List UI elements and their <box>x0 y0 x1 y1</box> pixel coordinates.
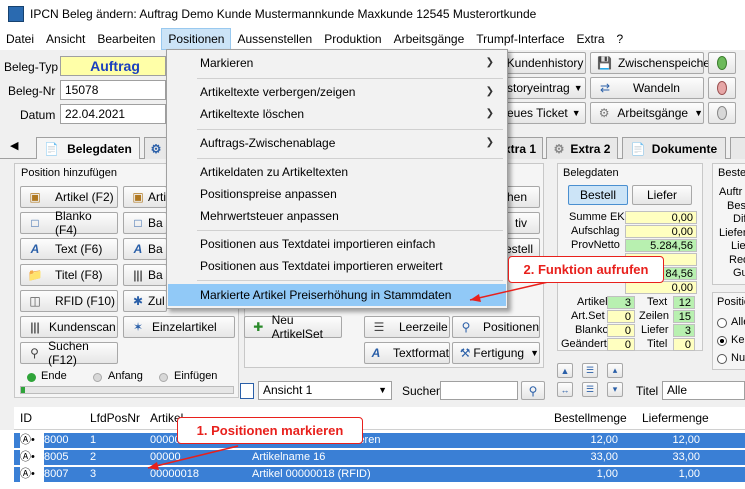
callout-step1-text: 1. Positionen markieren <box>196 423 344 438</box>
callout-step2: 2. Funktion aufrufen <box>508 256 664 283</box>
arrow-to-rows <box>147 445 239 469</box>
arrowhead-rows <box>148 462 159 470</box>
arrowhead-menu <box>470 294 481 302</box>
annotation-arrows <box>147 281 549 470</box>
callout-step2-text: 2. Funktion aufrufen <box>523 262 649 277</box>
callout-step1: 1. Positionen markieren <box>177 417 363 444</box>
arrow-to-menu-item <box>469 281 549 301</box>
